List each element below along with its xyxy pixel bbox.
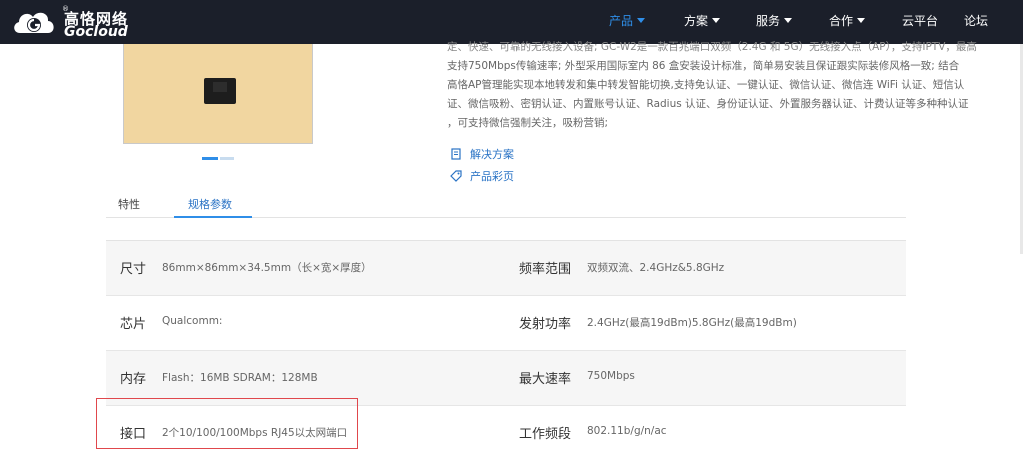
spec-value-tx-power: 2.4GHz(最高19dBm)5.8GHz(最高19dBm)	[587, 317, 797, 329]
tag-icon	[450, 170, 462, 182]
spec-value-chip: Qualcomm:	[162, 315, 223, 327]
rj45-port-graphic	[204, 78, 236, 104]
chevron-down-icon	[857, 18, 866, 23]
spec-value-memory: Flash：16MB SDRAM：128MB	[162, 372, 318, 384]
cloud-logo-icon	[14, 12, 54, 33]
active-tab-indicator	[174, 216, 252, 218]
chevron-down-icon	[784, 18, 793, 23]
spec-label-frequency-range: 频率范围	[519, 262, 572, 277]
nav-item-label: 合作	[829, 14, 854, 28]
spec-label-operating-band: 工作频段	[519, 427, 572, 442]
nav-item-label: 方案	[684, 14, 709, 28]
brochure-link-label: 产品彩页	[470, 170, 514, 183]
spec-value-max-rate: 750Mbps	[587, 370, 635, 382]
solutions-link[interactable]: 解决方案	[450, 146, 514, 162]
brand-name-en: Gocloud	[64, 24, 128, 40]
description-line: 高恪AP管理能实现本地转发和集中转发智能切换,支持免认证、一键认证、微信认证、微…	[447, 79, 965, 91]
spec-value-frequency-range: 双频双流、2.4GHz&5.8GHz	[587, 262, 725, 274]
spec-label-max-rate: 最大速率	[519, 372, 572, 387]
chevron-down-icon	[712, 18, 721, 23]
nav-item-label: 论坛	[964, 14, 989, 28]
tab-features[interactable]: 特性	[118, 196, 140, 212]
spec-label-tx-power: 发射功率	[519, 317, 572, 332]
nav-item-label: 产品	[609, 14, 634, 28]
carousel-dot[interactable]	[220, 157, 234, 160]
description-line: 定、快速、可靠的无线接入设备; GC-W2是一款百兆端口双频（2.4G 和 5G…	[447, 41, 977, 53]
spec-label-memory: 内存	[120, 372, 147, 387]
description-line: ，可支持微信强制关注，吸粉营销;	[447, 117, 609, 129]
product-tabs: 特性 规格参数	[106, 188, 906, 218]
nav-item-label: 服务	[756, 14, 781, 28]
brochure-link[interactable]: 产品彩页	[450, 168, 514, 184]
spec-value-operating-band: 802.11b/g/n/ac	[587, 425, 667, 437]
nav-item-forum[interactable]: 论坛	[964, 12, 988, 29]
annotation-highlight-box	[96, 398, 358, 449]
spec-label-size: 尺寸	[120, 262, 147, 277]
description-line: 支持750Mbps传输速率; 外型采用国际室内 86 盒安装设计标准，简单易安装…	[447, 60, 960, 72]
nav-item-label: 云平台	[902, 14, 939, 28]
solutions-link-label: 解决方案	[470, 148, 514, 161]
description-line: 证、微信吸粉、密钥认证、内置账号认证、Radius 认证、身份证认证、外置服务器…	[447, 98, 969, 110]
spec-label-chip: 芯片	[120, 317, 147, 332]
table-row: 芯片 Qualcomm: 发射功率 2.4GHz(最高19dBm)5.8GHz(…	[106, 296, 906, 351]
table-row: 尺寸 86mm×86mm×34.5mm（长×宽×厚度） 频率范围 双频双流、2.…	[106, 241, 906, 296]
nav-item-solutions[interactable]: 方案	[684, 12, 721, 29]
nav-item-products[interactable]: 产品	[609, 12, 646, 29]
nav-item-services[interactable]: 服务	[756, 12, 793, 29]
tab-specifications[interactable]: 规格参数	[188, 196, 232, 212]
nav-item-cloud-platform[interactable]: 云平台	[902, 12, 938, 29]
chevron-down-icon	[637, 18, 646, 23]
product-image	[123, 44, 313, 144]
document-icon	[451, 148, 461, 160]
nav-item-partners[interactable]: 合作	[829, 12, 866, 29]
carousel-dot-active[interactable]	[202, 157, 218, 160]
product-description: 定、快速、可靠的无线接入设备; GC-W2是一款百兆端口双频（2.4G 和 5G…	[447, 38, 982, 133]
gocloud-logo[interactable]: ® 高恪网络 Gocloud	[10, 5, 160, 40]
spec-value-size: 86mm×86mm×34.5mm（长×宽×厚度）	[162, 262, 372, 274]
